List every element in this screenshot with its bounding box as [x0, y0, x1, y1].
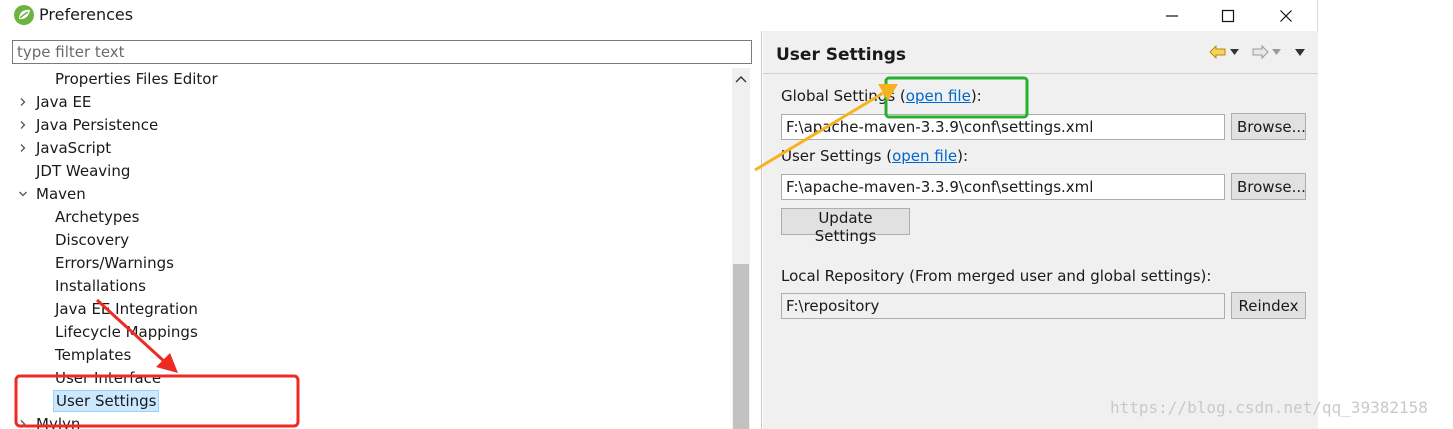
scroll-up-button[interactable]: [732, 68, 750, 90]
dropdown-icon: [1230, 49, 1239, 55]
chevron-right-icon[interactable]: [18, 419, 28, 429]
scroll-thumb[interactable]: [733, 264, 749, 429]
close-icon: [1280, 9, 1292, 22]
local-repository-field[interactable]: [781, 293, 1225, 319]
user-settings-page: User Settings Global Settings (open file…: [763, 31, 1318, 429]
window-title: Preferences: [39, 5, 134, 24]
tree-item-errors-warnings[interactable]: Errors/Warnings: [53, 252, 176, 274]
tree-item-java-ee[interactable]: Java EE: [34, 91, 93, 113]
global-settings-field[interactable]: [781, 114, 1225, 140]
title-bar: Preferences: [0, 0, 1318, 31]
chevron-right-icon[interactable]: [18, 120, 28, 130]
user-open-file-link[interactable]: open file: [892, 147, 957, 165]
tree-item-lifecycle-mappings[interactable]: Lifecycle Mappings: [53, 321, 200, 343]
preferences-tree-pane: Properties Files EditorJava EEJava Persi…: [0, 31, 762, 429]
global-open-file-link[interactable]: open file: [906, 87, 971, 105]
preferences-tree: Properties Files Editor Java EE Java Persi…: [0, 68, 732, 429]
view-menu-button[interactable]: [1295, 43, 1305, 61]
user-browse-button[interactable]: Browse...: [1231, 173, 1306, 200]
tree-item-user-settings[interactable]: User Settings: [53, 390, 160, 412]
chevron-up-icon: [735, 76, 747, 83]
back-arrow-icon: [1209, 45, 1226, 59]
watermark: https://blog.csdn.net/qq_39382158: [1110, 398, 1428, 417]
title-separator: [763, 73, 1318, 74]
tree-item-discovery[interactable]: Discovery: [53, 229, 131, 251]
tree-item-user-interface[interactable]: User Interface: [53, 367, 163, 389]
chevron-right-icon[interactable]: [18, 143, 28, 153]
tree-item-java-ee-integration[interactable]: Java EE Integration: [53, 298, 200, 320]
filter-input[interactable]: [12, 40, 752, 64]
tree-item-properties-files-editor[interactable]: Properties Files Editor: [53, 68, 220, 90]
tree-item-installations[interactable]: Installations: [53, 275, 148, 297]
spring-leaf-icon: [14, 5, 34, 25]
tree-item-templates[interactable]: Templates: [53, 344, 133, 366]
tree-item-mylyn[interactable]: Mylyn: [34, 413, 82, 429]
tree-scrollbar[interactable]: [732, 68, 750, 429]
back-button[interactable]: [1209, 43, 1239, 61]
forward-arrow-icon: [1252, 45, 1269, 59]
global-browse-button[interactable]: Browse...: [1231, 113, 1306, 140]
user-settings-field[interactable]: [781, 174, 1225, 200]
global-settings-label: Global Settings (open file):: [781, 87, 982, 105]
page-title: User Settings: [776, 45, 906, 65]
close-button[interactable]: [1258, 0, 1314, 31]
reindex-button[interactable]: Reindex: [1231, 292, 1306, 319]
chevron-down-icon[interactable]: [18, 189, 28, 199]
local-repository-label: Local Repository (From merged user and g…: [781, 267, 1212, 285]
maximize-button[interactable]: [1200, 0, 1256, 31]
tree-item-javascript[interactable]: JavaScript: [34, 137, 113, 159]
update-settings-button[interactable]: Update Settings: [781, 208, 910, 245]
view-menu-icon: [1295, 48, 1305, 56]
tree-item-maven[interactable]: Maven: [34, 183, 88, 205]
maximize-icon: [1221, 9, 1235, 22]
tree-item-jdt-weaving[interactable]: JDT Weaving: [34, 160, 132, 182]
minimize-button[interactable]: [1144, 0, 1200, 31]
minimize-icon: [1166, 14, 1178, 17]
tree-item-java-persistence[interactable]: Java Persistence: [34, 114, 160, 136]
dropdown-icon: [1272, 49, 1281, 55]
forward-button[interactable]: [1251, 43, 1281, 61]
tree-item-archetypes[interactable]: Archetypes: [53, 206, 141, 228]
user-settings-label: User Settings (open file):: [781, 147, 969, 165]
chevron-right-icon[interactable]: [18, 97, 28, 107]
